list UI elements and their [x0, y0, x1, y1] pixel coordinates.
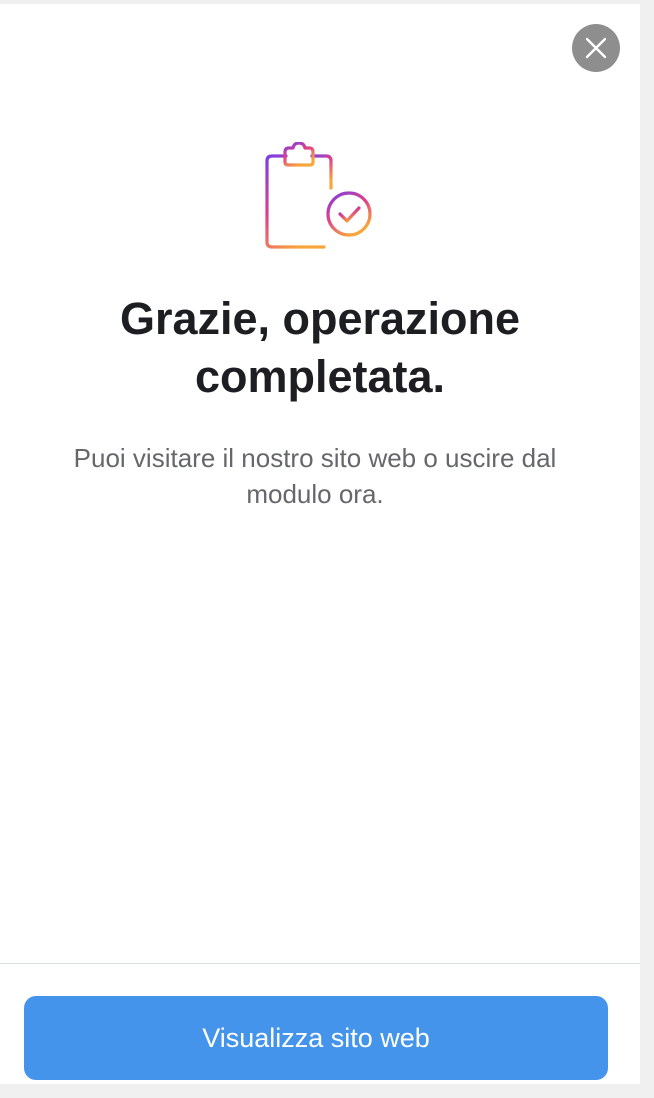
view-website-button[interactable]: Visualizza sito web: [24, 996, 608, 1080]
confirmation-dialog: Grazie, operazione completata. Puoi visi…: [0, 4, 640, 1084]
page-subtitle: Puoi visitare il nostro sito web o uscir…: [73, 443, 557, 509]
clipboard-check-icon: [265, 142, 372, 249]
page-title: Grazie, operazione completata.: [119, 293, 521, 402]
window-bottom-edge: [0, 1084, 654, 1098]
footer-divider: [0, 963, 640, 964]
window-right-edge: [640, 0, 654, 1098]
close-button[interactable]: [572, 24, 620, 72]
close-icon: [585, 37, 607, 59]
